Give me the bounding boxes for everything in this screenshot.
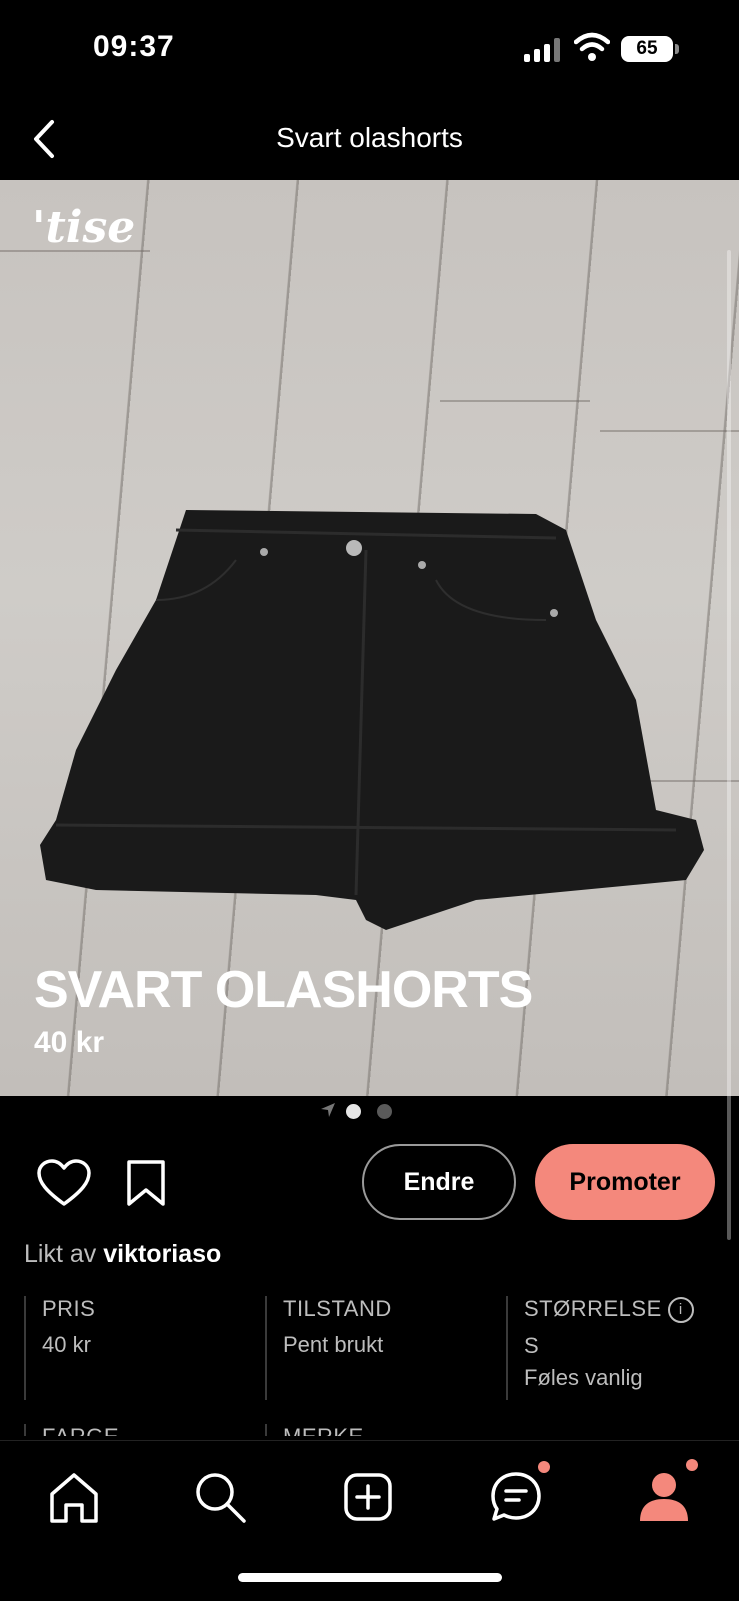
pager-dot[interactable]: [377, 1104, 392, 1119]
scrollbar[interactable]: [727, 250, 731, 1240]
attribute-brand: MERKE: [265, 1424, 364, 1436]
promote-button[interactable]: Promoter: [535, 1144, 715, 1220]
attribute-value: Pent brukt: [283, 1332, 384, 1357]
attribute-label: PRIS: [42, 1296, 96, 1321]
pager-dot-active[interactable]: [346, 1104, 361, 1119]
attribute-condition: TILSTAND Pent brukt: [265, 1296, 392, 1400]
attribute-value: S: [524, 1333, 539, 1359]
page-title: Svart olashorts: [276, 122, 463, 153]
profile-icon[interactable]: [634, 1467, 694, 1527]
attribute-label: STØRRELSE: [524, 1296, 662, 1321]
liked-by-user[interactable]: viktoriaso: [103, 1240, 221, 1268]
profile-notification-badge: [686, 1459, 698, 1471]
attribute-color: FARGE: [24, 1424, 119, 1436]
messages-icon[interactable]: [486, 1467, 546, 1527]
battery-tip: [675, 44, 679, 54]
attribute-value: 40 kr: [42, 1332, 91, 1357]
edit-button[interactable]: Endre: [362, 1144, 516, 1220]
status-time: 09:37: [93, 30, 175, 63]
home-icon[interactable]: [44, 1467, 104, 1527]
liked-by-prefix: Likt av: [24, 1240, 97, 1268]
bookmark-icon[interactable]: [124, 1158, 168, 1208]
attribute-label: TILSTAND: [283, 1296, 392, 1321]
attribute-size: STØRRELSE i S Føles vanlig: [506, 1296, 694, 1400]
product-title-overlay: SVART OLASHORTS: [34, 961, 533, 1019]
heart-icon[interactable]: [36, 1158, 92, 1208]
product-attributes: PRIS 40 kr TILSTAND Pent brukt STØRRELSE…: [0, 1296, 739, 1436]
add-listing-icon[interactable]: [338, 1467, 398, 1527]
product-image[interactable]: 'tise SVART OLASHORTS 40 kr: [0, 180, 739, 1096]
cellular-signal-icon: [524, 38, 560, 62]
navigation-bar: Svart olashorts: [0, 100, 739, 180]
battery-indicator: 65: [621, 36, 673, 62]
home-indicator[interactable]: [238, 1573, 502, 1582]
product-price-overlay: 40 kr: [34, 1026, 105, 1059]
shorts-photo: [40, 510, 704, 930]
attribute-subvalue: Føles vanlig: [524, 1365, 643, 1391]
attribute-label: MERKE: [283, 1424, 364, 1436]
tise-logo: 'tise: [32, 202, 136, 253]
attribute-price: PRIS 40 kr: [24, 1296, 95, 1400]
info-icon[interactable]: i: [667, 1297, 694, 1324]
messages-notification-badge: [538, 1461, 550, 1473]
status-bar: 09:37 65: [0, 0, 739, 100]
location-arrow-icon: [321, 1103, 335, 1117]
liked-by-text: Likt av viktoriaso: [24, 1240, 221, 1269]
wifi-icon: [574, 32, 610, 61]
attribute-label: FARGE: [42, 1424, 119, 1436]
search-icon[interactable]: [190, 1467, 250, 1527]
